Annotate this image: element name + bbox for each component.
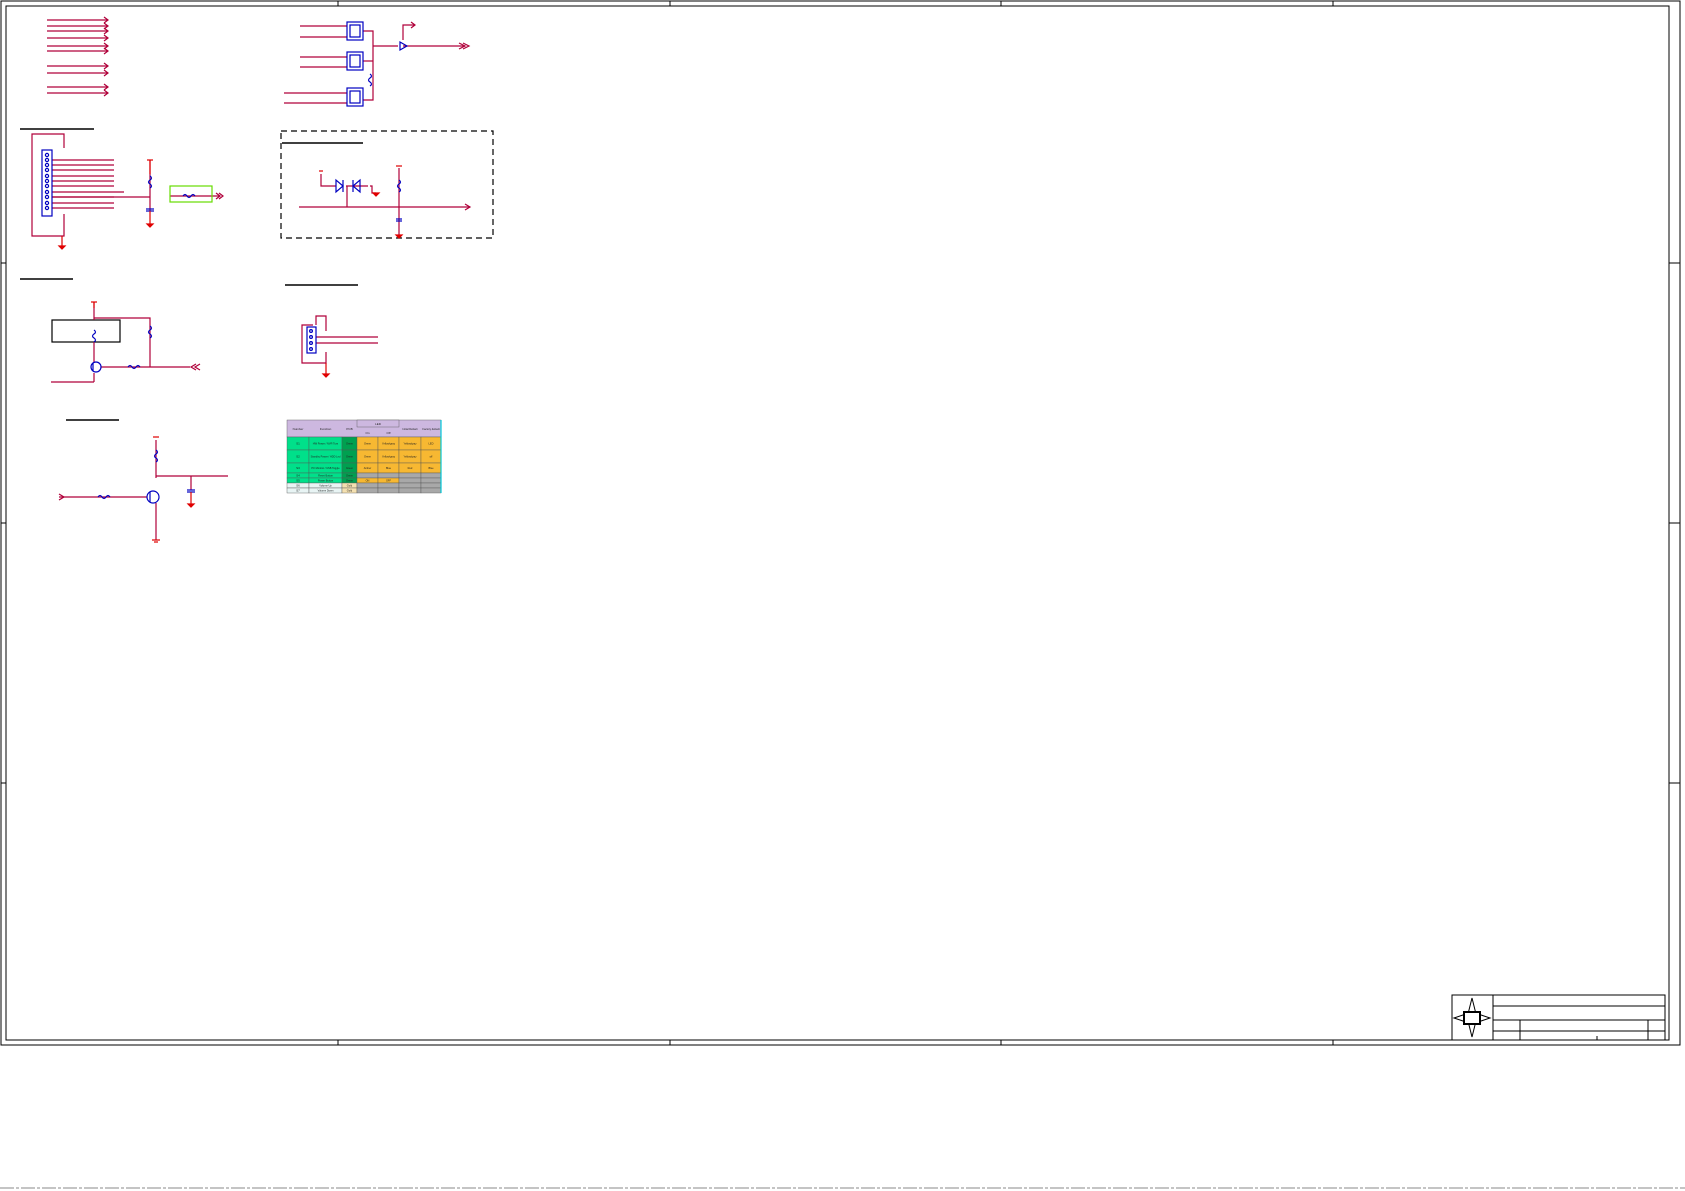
table-cell-on: Amber [364,466,372,470]
company-logo [1452,997,1492,1038]
table-cell-pcb: Green [346,474,354,478]
table-cell [377,482,400,489]
table-cell [377,487,400,494]
table-header-initial: Initial Default [403,427,418,431]
table-cell [420,482,442,489]
table-cell-pcb: Green [346,442,354,446]
table-cell-number: S4 [296,474,300,478]
table-cell [356,487,379,494]
table-header-factory: Factory default [422,427,439,431]
sheet-frame [0,0,1681,1046]
table-cell-function: Volume Up [319,484,332,488]
table-cell-function: Power Button [318,479,334,483]
table-cell-off: Yellow/gray [382,442,396,446]
table-cell-number: S2 [296,455,300,459]
switch-block [284,21,471,107]
table-cell-pcb: Green [346,466,354,470]
table-cell-off: Yellow/gray [382,455,396,459]
table-cell [356,482,379,489]
table-header-function: Function [320,427,332,431]
table-cell-pcb: Gold [347,484,353,488]
schematic-sheet: Number Function PCB LED On Off Initial Default… [0,0,1685,1189]
table-header-pcb: PCB [346,427,352,431]
table-header-off: Off [387,431,391,435]
table-cell [420,472,442,479]
table-cell-factory: Blue [428,466,434,470]
table-cell-pcb: Green [346,479,354,483]
table-cell [398,472,422,479]
front-panel-header-block [20,128,224,250]
table-cell-function: PC Monitor / USB Toggle [311,466,340,470]
table-cell-number: S7 [296,489,300,493]
table-cell [420,477,442,484]
table-cell-initial: Red [408,466,413,470]
table-cell-pcb: Green [346,455,354,459]
table-cell [356,472,379,479]
table-header-on: On [365,431,369,435]
table-cell-pcb: Gold [347,489,353,493]
table-cell-function: Reset Button [318,474,333,478]
optional-circuit-block [280,130,494,239]
table-cell [398,477,422,484]
table-header-number: Number [293,427,304,431]
table-cell-on: Green [364,455,372,459]
table-cell-function: Volume Down [318,489,334,493]
table-cell [377,472,400,479]
table-cell-off: OFF [386,479,392,483]
table-cell [398,487,422,494]
table-cell-initial: Yellow/gray [404,455,418,459]
table-cell-function: HW Power / NVR Turn [313,442,339,446]
table-cell-number: S5 [296,479,300,483]
signal-list-block [47,16,109,97]
table-cell-factory: LED [429,442,434,446]
table-cell [420,487,442,494]
table-cell-on: ON [366,479,370,483]
led-status-table: Number Function PCB LED On Off Initial Default… [286,419,442,494]
table-header-led-group-label: LED [375,422,382,426]
table-cell-off: Blue [386,466,392,470]
transistor-switch-block [58,419,228,543]
table-cell-number: S3 [296,466,300,470]
table-cell-factory: off [430,455,433,459]
table-cell-initial: Yellow/gray [404,442,418,446]
led-driver-block [20,278,201,383]
table-cell-number: S1 [296,442,300,446]
table-cell-on: Green [364,442,372,446]
small-connector-block [285,284,378,378]
table-cell-function: Standby Power / HDD Led [311,455,341,459]
table-cell-number: S6 [296,484,300,488]
table-cell [398,482,422,489]
